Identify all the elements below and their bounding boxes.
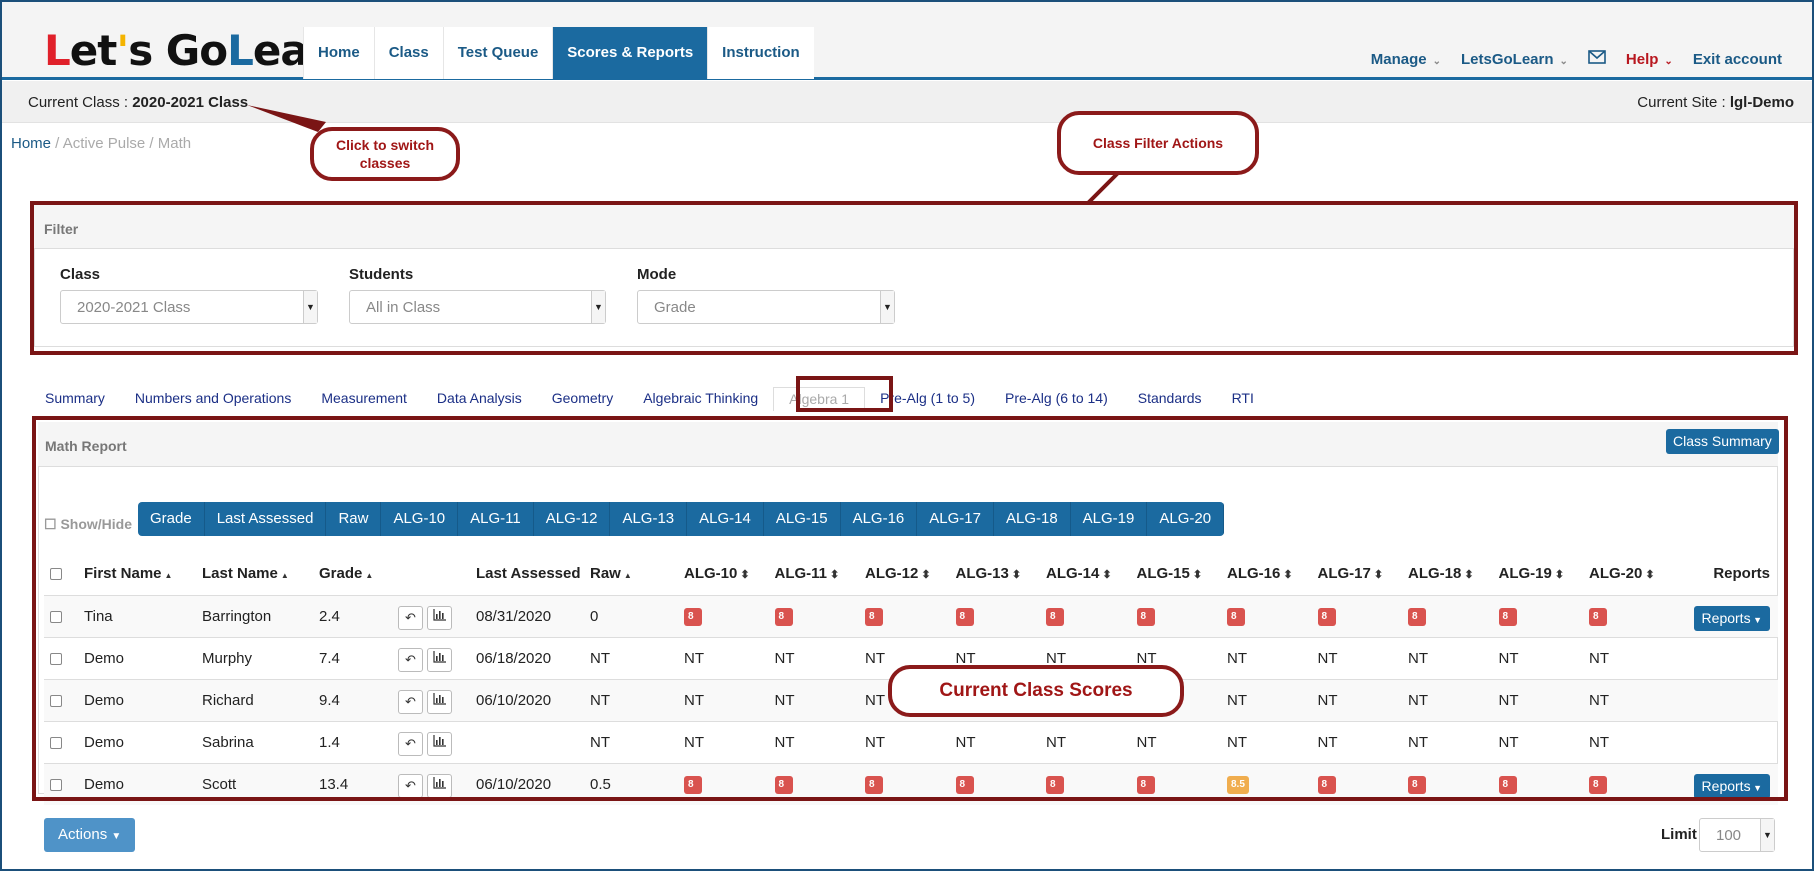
annotation-filter-box [30, 201, 1798, 355]
tab-pre-alg-6-to-14[interactable]: Pre-Alg (6 to 14) [990, 387, 1123, 411]
caret-down-icon: ▼ [1760, 819, 1774, 851]
tab-standards[interactable]: Standards [1123, 387, 1217, 411]
limit-select[interactable]: 100 ▼ [1699, 818, 1775, 852]
tab-geometry[interactable]: Geometry [537, 387, 628, 411]
caret-down-icon: ▼ [111, 831, 122, 842]
tab-data-analysis[interactable]: Data Analysis [422, 387, 537, 411]
report-tabs: Summary Numbers and Operations Measurement… [30, 387, 1269, 411]
limit-label: Limit [1661, 826, 1697, 843]
annotation-active-tab-box [796, 376, 893, 412]
tab-numbers-and-operations[interactable]: Numbers and Operations [120, 387, 306, 411]
tab-algebraic-thinking[interactable]: Algebraic Thinking [628, 387, 773, 411]
annotation-scores-box [32, 416, 1788, 801]
actions-button[interactable]: Actions ▼ [44, 818, 136, 852]
callout-filter-actions: Class Filter Actions [1057, 111, 1259, 175]
callout-switch-classes: Click to switch classes [310, 127, 460, 181]
tab-summary[interactable]: Summary [30, 387, 120, 411]
tab-measurement[interactable]: Measurement [306, 387, 422, 411]
tab-rti[interactable]: RTI [1217, 387, 1269, 411]
actions-label: Actions [58, 826, 108, 843]
limit-value: 100 [1716, 827, 1742, 844]
